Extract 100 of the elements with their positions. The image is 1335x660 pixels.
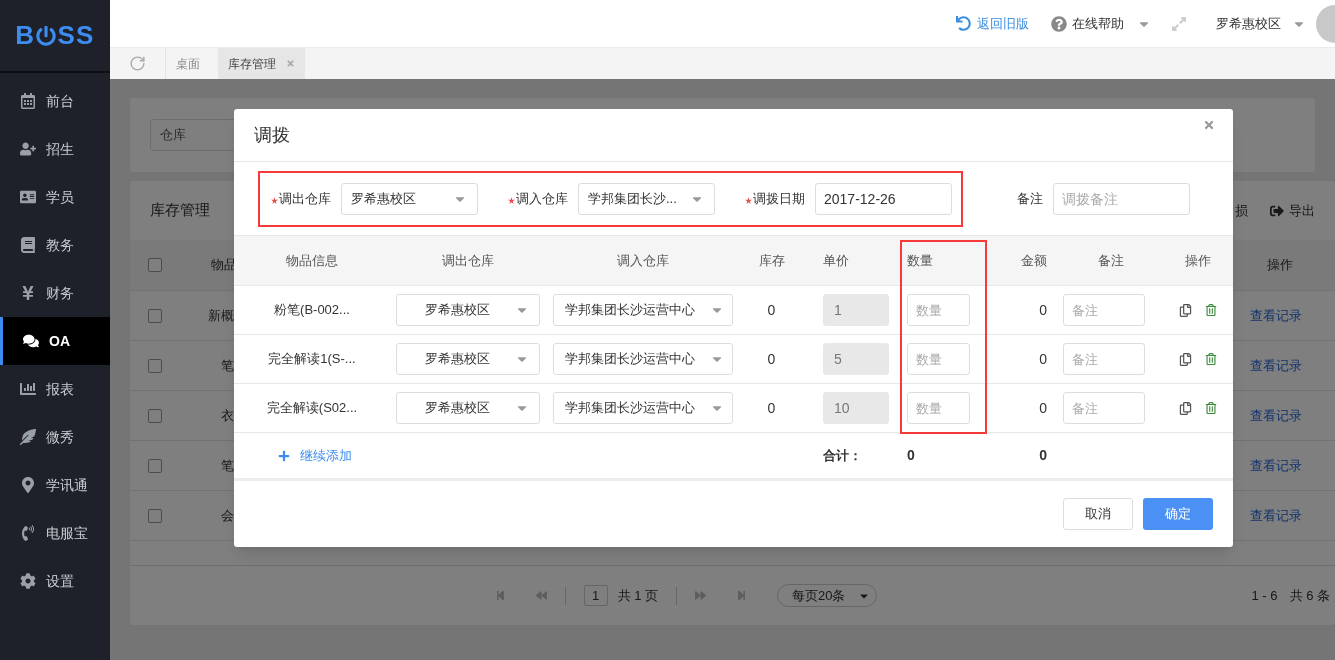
cancel-button[interactable]: 取消: [1063, 498, 1133, 530]
checkbox[interactable]: [148, 408, 162, 423]
calendar-icon: [20, 93, 36, 109]
warehouse-select[interactable]: 学邦集团长沙运营中心: [552, 392, 733, 424]
quantity-field[interactable]: 数量: [907, 392, 970, 424]
checkbox[interactable]: [148, 308, 162, 323]
column-header: 单价: [823, 251, 849, 270]
bar-chart-icon: [20, 381, 36, 397]
table-cell-text: 新概: [208, 306, 234, 325]
field-label: 调入仓库: [516, 189, 568, 208]
sidebar-item[interactable]: OA: [0, 317, 110, 365]
card-title: 库存管理: [150, 200, 210, 221]
page-tab[interactable]: 库存管理: [218, 48, 305, 79]
sidebar-item[interactable]: 招生: [0, 125, 110, 173]
copy-icon[interactable]: [1179, 303, 1192, 317]
amount-value: 0: [1039, 349, 1047, 369]
total-amount: 0: [1039, 446, 1047, 465]
sidebar-item[interactable]: 学讯通: [0, 461, 110, 509]
back-link[interactable]: 返回旧版: [956, 13, 1029, 34]
sidebar-item[interactable]: 学员: [0, 173, 110, 221]
warehouse-select[interactable]: 罗希惠校区: [395, 392, 540, 424]
action-link[interactable]: 损: [1235, 200, 1248, 221]
add-row-button[interactable]: 继续添加: [278, 445, 352, 466]
chat-icon: [23, 333, 39, 349]
warehouse-select[interactable]: 学邦集团长沙...: [578, 182, 715, 215]
id-card-icon: [20, 189, 36, 205]
fullscreen-icon[interactable]: [1171, 15, 1187, 32]
campus-menu[interactable]: 罗希惠校区: [1216, 13, 1306, 34]
column-header: 金额: [1021, 251, 1047, 270]
item-name: 粉笔(B-002...: [274, 301, 350, 320]
warehouse-select[interactable]: 罗希惠校区: [341, 182, 478, 215]
note-field[interactable]: 备注: [1063, 294, 1145, 326]
warehouse-select[interactable]: 罗希惠校区: [395, 343, 540, 375]
field-label: 调出仓库: [279, 189, 331, 208]
copy-icon[interactable]: [1179, 401, 1192, 415]
column-header: 库存: [758, 251, 785, 270]
undo-arrow-icon: [956, 16, 971, 31]
quantity-field[interactable]: 数量: [907, 294, 970, 326]
first-page-icon[interactable]: [494, 590, 506, 601]
delete-icon[interactable]: [1205, 353, 1217, 365]
column-header: 调入仓库: [616, 251, 669, 270]
total-label: 合计：: [823, 446, 862, 465]
column-header: 调出仓库: [441, 251, 494, 270]
sidebar-item[interactable]: 报表: [0, 365, 110, 413]
column-header: 物品信息: [286, 251, 338, 270]
column-header: 数量: [907, 251, 933, 270]
feather-icon: [20, 429, 36, 445]
sidebar-item[interactable]: 微秀: [0, 413, 110, 461]
sidebar-item[interactable]: 前台: [0, 77, 110, 125]
delete-icon[interactable]: [1205, 304, 1217, 316]
amount-value: 0: [1039, 398, 1047, 418]
column-header: 备注: [1097, 251, 1124, 270]
quantity-field[interactable]: 数量: [907, 343, 970, 375]
user-plus-icon: [20, 141, 36, 157]
amount-value: 0: [1039, 300, 1047, 320]
sidebar-item[interactable]: 教务: [0, 221, 110, 269]
book-icon: [20, 237, 36, 253]
checkbox[interactable]: [148, 258, 162, 272]
table-cell-text: 笔: [221, 456, 234, 475]
stock-value: 0: [767, 398, 776, 418]
close-icon[interactable]: [1203, 119, 1215, 131]
item-name: 完全解读(S02...: [266, 399, 358, 418]
map-pin-icon: [20, 477, 36, 493]
warehouse-select[interactable]: 学邦集团长沙运营中心: [552, 294, 733, 326]
page-input[interactable]: 1: [583, 585, 608, 606]
phone-icon: [20, 525, 36, 541]
help-icon: [1051, 15, 1067, 32]
last-page-icon[interactable]: [736, 590, 747, 601]
export-button[interactable]: 导出: [1270, 200, 1315, 221]
help-menu[interactable]: 在线帮助: [1051, 13, 1151, 34]
date-field[interactable]: 2017-12-26: [815, 182, 952, 215]
refresh-icon[interactable]: [129, 55, 146, 72]
warehouse-select[interactable]: 学邦集团长沙运营中心: [552, 343, 733, 375]
sidebar-item[interactable]: 设置: [0, 557, 110, 605]
next-page-icon[interactable]: [695, 590, 706, 601]
item-name: 完全解读1(S-...: [268, 350, 356, 369]
sidebar-item[interactable]: 电服宝: [0, 509, 110, 557]
table-cell-text: 笔: [221, 356, 234, 375]
column-header: 操作: [1185, 251, 1211, 270]
checkbox[interactable]: [148, 508, 162, 523]
stock-value: 0: [767, 349, 776, 369]
note-field[interactable]: 备注: [1063, 392, 1145, 424]
note-field[interactable]: 备注: [1063, 343, 1145, 375]
stock-value: 0: [767, 300, 776, 320]
copy-icon[interactable]: [1179, 352, 1192, 366]
total-text: 共 6 条: [1289, 586, 1330, 605]
warehouse-select[interactable]: 罗希惠校区: [395, 294, 540, 326]
close-icon[interactable]: [286, 59, 295, 68]
range-text: 1 - 6: [1251, 586, 1278, 605]
power-icon: [36, 25, 57, 46]
field-label: 备注: [1017, 189, 1043, 208]
plus-icon: [278, 449, 290, 462]
table-cell-text: 衣: [221, 406, 234, 425]
sidebar-item[interactable]: 财务: [0, 269, 110, 317]
note-field[interactable]: 调拨备注: [1053, 182, 1190, 215]
checkbox[interactable]: [148, 458, 162, 473]
delete-icon[interactable]: [1205, 402, 1217, 414]
checkbox[interactable]: [148, 358, 162, 373]
previous-page-icon[interactable]: [535, 590, 547, 601]
export-icon: [1270, 203, 1284, 218]
